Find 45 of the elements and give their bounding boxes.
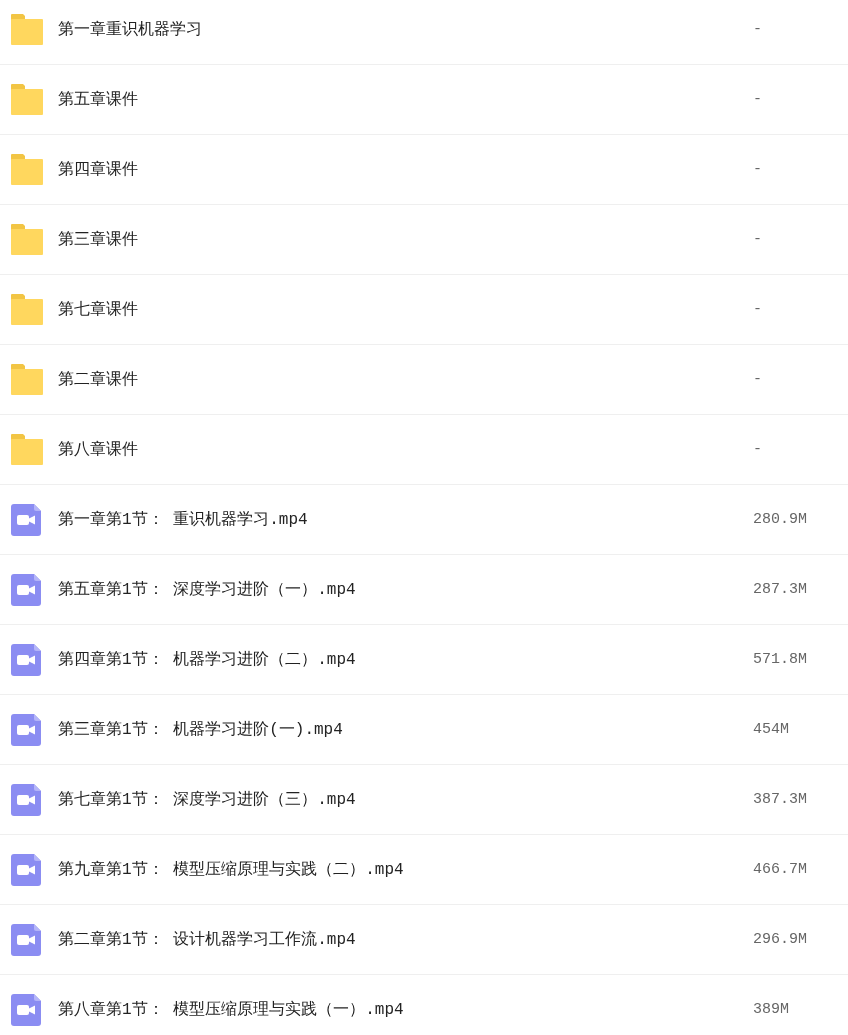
file-size: 280.9M [753,511,807,528]
folder-icon [11,364,43,395]
file-size: - [753,21,762,38]
file-name[interactable]: 第五章课件 [58,89,138,110]
file-size: - [753,161,762,178]
file-name[interactable]: 第三章第1节： 机器学习进阶(一).mp4 [58,719,343,740]
video-file-icon [11,503,41,536]
file-name[interactable]: 第二章课件 [58,369,138,390]
video-file-icon [11,643,41,676]
folder-icon [11,84,43,115]
video-file-icon [11,853,41,886]
file-size: 387.3M [753,791,807,808]
file-name[interactable]: 第一章重识机器学习 [58,19,202,40]
folder-icon [11,224,43,255]
video-file-icon [11,573,41,606]
file-name[interactable]: 第八章课件 [58,439,138,460]
file-name[interactable]: 第九章第1节： 模型压缩原理与实践（二）.mp4 [58,859,404,880]
file-size: 296.9M [753,931,807,948]
video-file-icon [11,713,41,746]
file-size: - [753,231,762,248]
video-file-icon [11,993,41,1026]
file-size: - [753,91,762,108]
file-name[interactable]: 第五章第1节： 深度学习进阶（一）.mp4 [58,579,356,600]
file-name[interactable]: 第七章课件 [58,299,138,320]
file-name[interactable]: 第七章第1节： 深度学习进阶（三）.mp4 [58,789,356,810]
folder-icon [11,154,43,185]
file-name[interactable]: 第四章课件 [58,159,138,180]
file-name[interactable]: 第四章第1节： 机器学习进阶（二）.mp4 [58,649,356,670]
file-size: - [753,441,762,458]
file-size: 571.8M [753,651,807,668]
file-size: 454M [753,721,789,738]
file-size: 389M [753,1001,789,1018]
file-size: - [753,371,762,388]
folder-icon [11,14,43,45]
folder-icon [11,294,43,325]
file-size: 287.3M [753,581,807,598]
video-file-icon [11,783,41,816]
file-name[interactable]: 第一章第1节： 重识机器学习.mp4 [58,509,308,530]
file-size: 466.7M [753,861,807,878]
video-file-icon [11,923,41,956]
file-name[interactable]: 第八章第1节： 模型压缩原理与实践（一）.mp4 [58,999,404,1020]
file-name[interactable]: 第三章课件 [58,229,138,250]
file-size: - [753,301,762,318]
file-name[interactable]: 第二章第1节： 设计机器学习工作流.mp4 [58,929,356,950]
folder-icon [11,434,43,465]
